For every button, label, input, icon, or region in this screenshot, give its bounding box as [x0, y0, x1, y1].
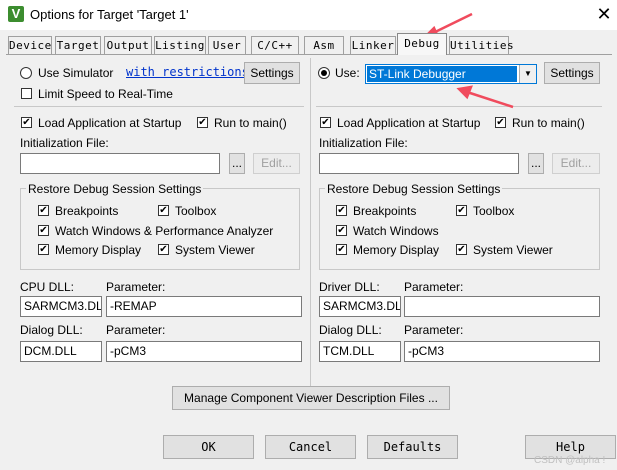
annotation-arrows [420, 12, 514, 109]
arrow-to-debugger-select [456, 85, 514, 109]
tab-debug[interactable]: Debug [397, 33, 447, 55]
